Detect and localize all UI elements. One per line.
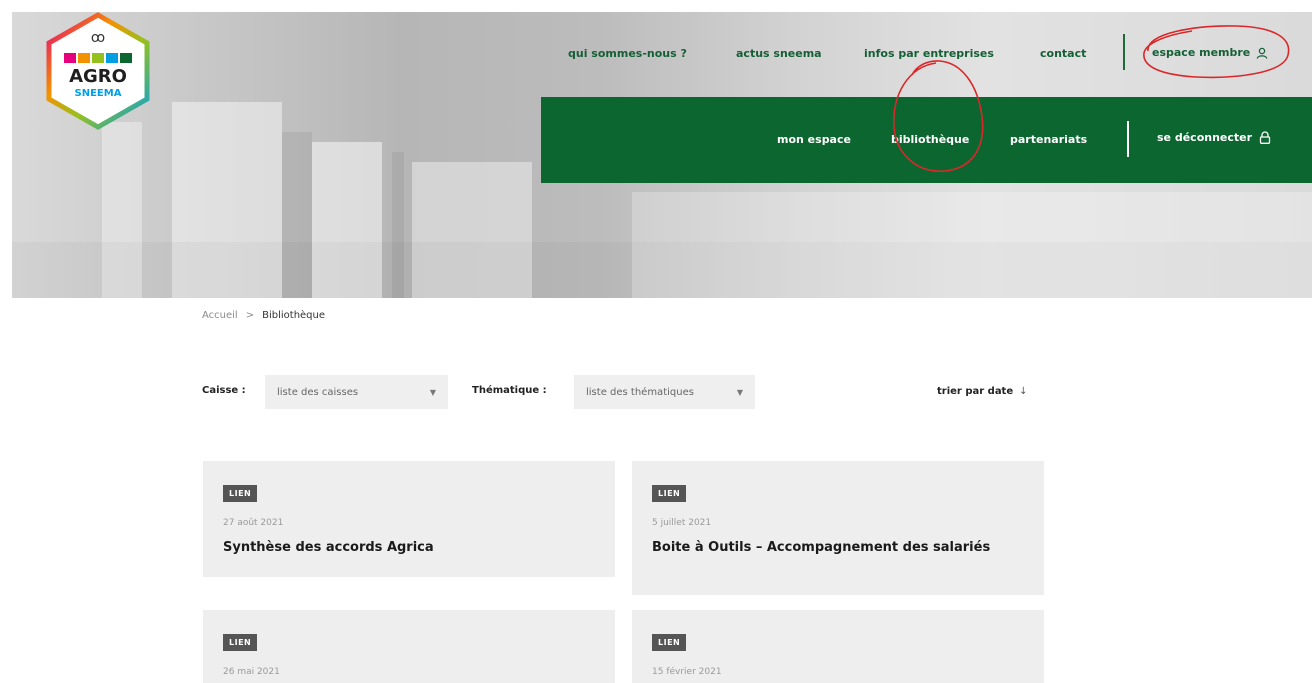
logout-link[interactable]: se déconnecter	[1157, 131, 1271, 144]
nav-my-space[interactable]: mon espace	[777, 133, 851, 146]
chevron-down-icon: ▼	[736, 387, 743, 397]
arrow-down-icon: ↓	[1019, 386, 1028, 397]
user-icon	[1256, 47, 1268, 59]
card-date: 5 juillet 2021	[652, 518, 712, 528]
nav-library[interactable]: bibliothèque	[891, 133, 969, 146]
topnav-link-about[interactable]: qui sommes-nous ?	[568, 47, 687, 60]
navbar-divider	[1127, 121, 1129, 157]
lock-icon	[1259, 131, 1271, 144]
card-type-badge: LIEN	[652, 485, 687, 502]
sort-by-date-button[interactable]: trier par date ↓	[937, 386, 1028, 397]
card-date: 15 février 2021	[652, 667, 722, 677]
card-date: 27 août 2021	[223, 518, 284, 528]
breadcrumb-separator: >	[245, 310, 255, 321]
chevron-down-icon: ▼	[429, 387, 436, 397]
sort-label: trier par date	[937, 386, 1014, 397]
nav-partnerships[interactable]: partenariats	[1010, 133, 1087, 146]
thematique-select[interactable]: liste des thématiques ▼	[574, 375, 755, 409]
library-card[interactable]: LIEN 15 février 2021	[632, 610, 1044, 683]
library-card[interactable]: LIEN 27 août 2021 Synthèse des accords A…	[203, 461, 615, 577]
topnav-divider	[1123, 34, 1125, 70]
topnav-link-companies[interactable]: infos par entreprises	[864, 47, 994, 60]
logo-text-sneema: SNEEMA	[75, 88, 122, 99]
topnav-item-contact[interactable]: contact	[1040, 38, 1086, 68]
member-area-link[interactable]: espace membre	[1152, 46, 1268, 59]
library-card[interactable]: LIEN 5 juillet 2021 Boite à Outils – Acc…	[632, 461, 1044, 595]
logo-text-agro: AGRO	[69, 66, 127, 87]
topnav-link-news[interactable]: actus sneema	[736, 47, 822, 60]
card-title[interactable]: Synthèse des accords Agrica	[223, 539, 583, 556]
card-type-badge: LIEN	[652, 634, 687, 651]
agro-sneema-logo[interactable]: ꝏ AGRO SNEEMA	[44, 12, 152, 130]
topnav-item-about[interactable]: qui sommes-nous ?	[568, 38, 687, 68]
logout-label: se déconnecter	[1157, 131, 1253, 144]
thematique-select-value: liste des thématiques	[586, 386, 694, 398]
member-area-label: espace membre	[1152, 46, 1251, 59]
svg-text:ꝏ: ꝏ	[91, 30, 105, 46]
card-type-badge: LIEN	[223, 634, 258, 651]
topnav-link-contact[interactable]: contact	[1040, 47, 1086, 60]
topnav-item-companies[interactable]: infos par entreprises	[864, 38, 994, 68]
breadcrumb-home[interactable]: Accueil	[202, 310, 238, 321]
topnav-item-news[interactable]: actus sneema	[736, 38, 822, 68]
thematique-label: Thématique :	[472, 385, 547, 396]
library-card[interactable]: LIEN 26 mai 2021	[203, 610, 615, 683]
card-date: 26 mai 2021	[223, 667, 280, 677]
card-title[interactable]: Boite à Outils – Accompagnement des sala…	[652, 539, 1012, 556]
breadcrumb-current: Bibliothèque	[262, 310, 326, 321]
card-type-badge: LIEN	[223, 485, 258, 502]
caisse-select-value: liste des caisses	[277, 386, 359, 398]
member-navbar: mon espace bibliothèque partenariats se …	[541, 97, 1312, 183]
caisse-select[interactable]: liste des caisses ▼	[265, 375, 448, 409]
caisse-label: Caisse :	[202, 385, 246, 396]
breadcrumb: Accueil > Bibliothèque	[202, 310, 325, 321]
